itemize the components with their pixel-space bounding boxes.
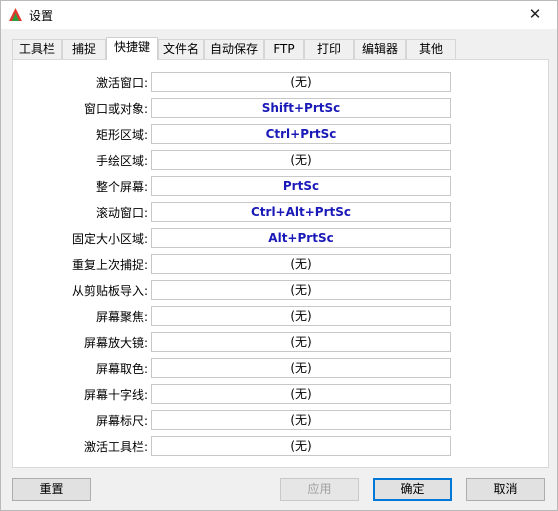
- hotkey-field[interactable]: (无): [151, 358, 451, 378]
- tab-bar: 工具栏 捕捉 快捷键 文件名 自动保存 FTP 打印 编辑器 其他: [12, 37, 552, 60]
- hotkey-label: 滚动窗口:: [95, 206, 148, 220]
- hotkey-label: 屏幕标尺:: [95, 414, 148, 428]
- hotkeys-panel: 激活窗口: (无) 窗口或对象: Shift+PrtSc 矩形区域: Ctrl+PrtSc…: [12, 59, 549, 468]
- apply-button[interactable]: 应用: [280, 478, 359, 501]
- tab-1[interactable]: 捕捉: [62, 39, 106, 59]
- hotkey-field[interactable]: (无): [151, 384, 451, 404]
- hotkey-label: 重复上次捕捉:: [71, 258, 148, 272]
- hotkey-field[interactable]: Alt+PrtSc: [151, 228, 451, 248]
- ok-button[interactable]: 确定: [373, 478, 452, 501]
- hotkey-label: 激活窗口:: [95, 76, 148, 90]
- hotkey-field[interactable]: (无): [151, 280, 451, 300]
- close-icon[interactable]: ✕: [513, 1, 557, 29]
- hotkey-label: 整个屏幕:: [95, 180, 148, 194]
- hotkey-field[interactable]: (无): [151, 436, 451, 456]
- hotkey-label: 手绘区域:: [95, 154, 148, 168]
- tab-5[interactable]: FTP: [264, 39, 304, 59]
- hotkey-field[interactable]: (无): [151, 410, 451, 430]
- hotkey-label: 窗口或对象:: [83, 102, 148, 116]
- hotkey-field[interactable]: (无): [151, 332, 451, 352]
- tab-4[interactable]: 自动保存: [204, 39, 264, 59]
- hotkey-field[interactable]: Shift+PrtSc: [151, 98, 451, 118]
- hotkey-label: 固定大小区域:: [71, 232, 148, 246]
- hotkey-label: 屏幕放大镜:: [83, 336, 148, 350]
- hotkey-label: 从剪贴板导入:: [71, 284, 148, 298]
- hotkey-label: 屏幕取色:: [95, 362, 148, 376]
- hotkey-field[interactable]: Ctrl+Alt+PrtSc: [151, 202, 451, 222]
- hotkey-label: 激活工具栏:: [83, 440, 148, 454]
- tab-7[interactable]: 编辑器: [354, 39, 406, 59]
- window-title: 设置: [29, 9, 54, 23]
- hotkey-field[interactable]: Ctrl+PrtSc: [151, 124, 451, 144]
- hotkey-label: 屏幕十字线:: [83, 388, 148, 402]
- tab-6[interactable]: 打印: [304, 39, 354, 59]
- hotkey-label: 屏幕聚焦:: [95, 310, 148, 324]
- tab-0[interactable]: 工具栏: [12, 39, 62, 59]
- hotkey-field[interactable]: (无): [151, 254, 451, 274]
- title-bar: 设置 ✕: [1, 1, 557, 29]
- tab-3[interactable]: 文件名: [158, 39, 204, 59]
- hotkey-field[interactable]: (无): [151, 150, 451, 170]
- hotkey-field[interactable]: (无): [151, 306, 451, 326]
- tab-8[interactable]: 其他: [406, 39, 456, 59]
- cancel-button[interactable]: 取消: [466, 478, 545, 501]
- reset-button[interactable]: 重置: [12, 478, 91, 501]
- app-logo-icon: [9, 8, 22, 21]
- hotkey-label: 矩形区域:: [95, 128, 148, 142]
- settings-dialog: 设置 ✕ 工具栏 捕捉 快捷键 文件名 自动保存 FTP 打印 编辑器 其他 激活窗口: (无) 窗…: [0, 0, 558, 511]
- hotkey-field[interactable]: PrtSc: [151, 176, 451, 196]
- tab-2[interactable]: 快捷键: [106, 37, 158, 60]
- hotkey-field[interactable]: (无): [151, 72, 451, 92]
